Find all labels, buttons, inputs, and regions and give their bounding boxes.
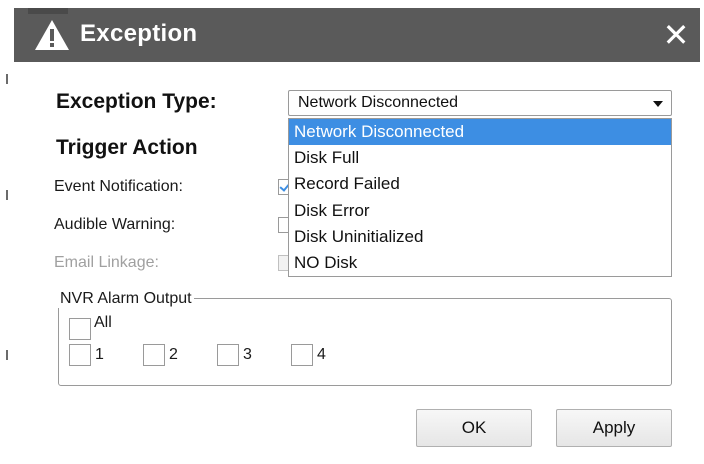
exception-type-select[interactable]: Network Disconnected xyxy=(288,90,672,116)
warning-icon xyxy=(35,20,69,50)
alarm-output-2-checkbox[interactable] xyxy=(143,344,165,366)
audible-warning-label: Audible Warning: xyxy=(54,216,176,233)
dropdown-option[interactable]: Disk Error xyxy=(289,198,671,224)
apply-button[interactable]: Apply xyxy=(556,409,672,447)
exception-type-dropdown-list: Network Disconnected Disk Full Record Fa… xyxy=(288,118,672,277)
dropdown-option[interactable]: Record Failed xyxy=(289,171,671,197)
alarm-output-group xyxy=(58,298,672,386)
close-icon[interactable]: ✕ xyxy=(662,19,690,51)
chevron-down-icon xyxy=(653,101,663,107)
alarm-all-label: All xyxy=(94,314,112,331)
alarm-output-1-label: 1 xyxy=(95,346,104,363)
dropdown-option[interactable]: Disk Uninitialized xyxy=(289,224,671,250)
alarm-output-legend: NVR Alarm Output xyxy=(58,290,194,308)
dialog-title: Exception xyxy=(80,20,198,47)
edge-mark xyxy=(6,350,8,360)
background-strip xyxy=(0,0,704,8)
edge-mark xyxy=(6,74,8,84)
exception-type-value: Network Disconnected xyxy=(298,94,459,111)
alarm-output-1-checkbox[interactable] xyxy=(69,344,91,366)
dialog-titlebar: Exception ✕ xyxy=(14,8,700,62)
exception-type-label: Exception Type: xyxy=(56,90,217,113)
alarm-output-4-label: 4 xyxy=(317,346,326,363)
dropdown-option[interactable]: NO Disk xyxy=(289,250,671,276)
alarm-output-2-label: 2 xyxy=(169,346,178,363)
trigger-action-heading: Trigger Action xyxy=(56,136,198,159)
alarm-output-3-checkbox[interactable] xyxy=(217,344,239,366)
dropdown-option[interactable]: Disk Full xyxy=(289,145,671,171)
dropdown-option[interactable]: Network Disconnected xyxy=(289,119,671,145)
event-notification-label: Event Notification: xyxy=(54,178,183,195)
alarm-all-checkbox[interactable] xyxy=(69,318,91,340)
exception-dialog: Exception ✕ Exception Type: Network Disc… xyxy=(14,8,700,464)
titlebar-corner xyxy=(28,8,68,14)
background-left-edge xyxy=(0,0,14,464)
alarm-output-3-label: 3 xyxy=(243,346,252,363)
alarm-output-4-checkbox[interactable] xyxy=(291,344,313,366)
email-linkage-label: Email Linkage: xyxy=(54,254,159,271)
edge-mark xyxy=(6,190,8,200)
ok-button[interactable]: OK xyxy=(416,409,532,447)
